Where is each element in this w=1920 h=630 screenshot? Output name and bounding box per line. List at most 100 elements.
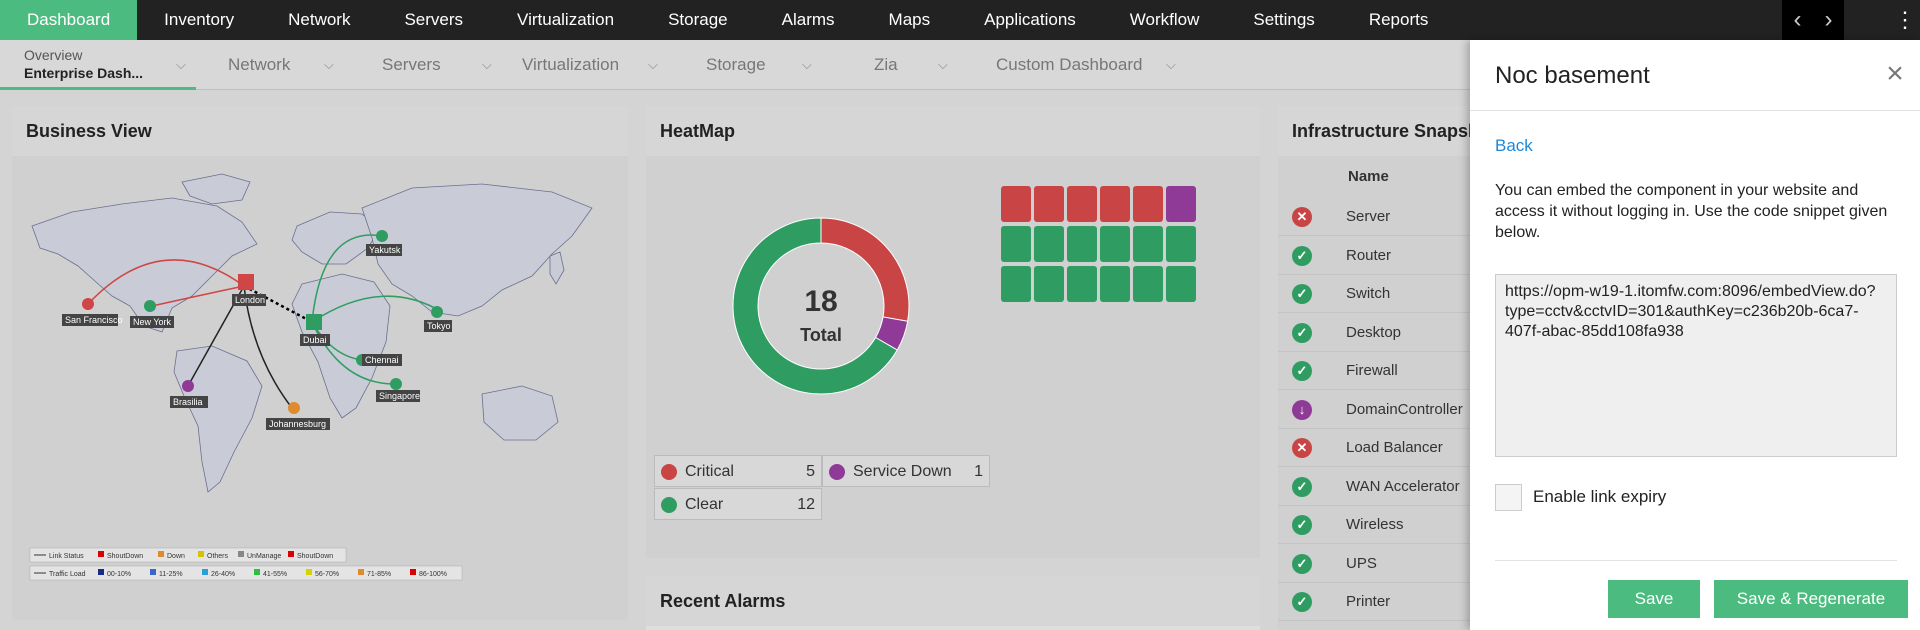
tab-custom-dashboard[interactable]: Custom Dashboard ⌵ xyxy=(996,40,1176,90)
heatmap-cell[interactable] xyxy=(1067,226,1097,262)
tab-virtualization[interactable]: Virtualization ⌵ xyxy=(522,40,658,90)
service-down-dot xyxy=(829,464,845,480)
nav-alarms[interactable]: Alarms xyxy=(755,0,862,40)
city-label: Brasilia xyxy=(173,397,203,407)
save-button[interactable]: Save xyxy=(1608,580,1700,618)
node-new-york xyxy=(144,300,156,312)
table-row[interactable]: ✓ Firewall xyxy=(1278,352,1478,390)
row-name: Desktop xyxy=(1346,323,1402,341)
heatmap-cell[interactable] xyxy=(1100,186,1130,222)
link-expiry-checkbox[interactable] xyxy=(1495,484,1522,511)
nav-applications[interactable]: Applications xyxy=(957,0,1103,40)
table-row[interactable]: ✓ UPS xyxy=(1278,545,1478,583)
legend-clear[interactable]: Clear 12 xyxy=(654,488,822,520)
heatmap-cell[interactable] xyxy=(1034,186,1064,222)
heatmap-cell[interactable] xyxy=(1166,186,1196,222)
chevron-down-icon[interactable]: ⌵ xyxy=(176,40,186,90)
row-name: Firewall xyxy=(1346,362,1398,379)
heatmap-widget: HeatMap 18 Total Critical 5 Service Down… xyxy=(646,106,1260,558)
check-icon: ✓ xyxy=(1292,592,1312,612)
world-map-svg: San Francisco New York London Yakutsk To… xyxy=(29,173,593,581)
chevron-down-icon[interactable]: ⌵ xyxy=(938,40,948,90)
nav-settings[interactable]: Settings xyxy=(1226,0,1341,40)
tab-network[interactable]: Network ⌵ xyxy=(228,40,334,90)
tab-storage[interactable]: Storage ⌵ xyxy=(706,40,812,90)
check-icon: ✓ xyxy=(1292,515,1312,535)
heatmap-cell[interactable] xyxy=(1133,186,1163,222)
donut-total-value: 18 xyxy=(804,285,837,318)
island-japan xyxy=(549,251,565,285)
business-view-widget: Business View San Francisco New York Lon… xyxy=(12,106,628,620)
save-regenerate-button[interactable]: Save & Regenerate xyxy=(1714,580,1908,618)
tab-zia[interactable]: Zia ⌵ xyxy=(874,40,948,90)
chevron-right-icon[interactable]: › xyxy=(1825,0,1833,40)
table-row[interactable]: ✓ Switch xyxy=(1278,275,1478,313)
chevron-down-icon[interactable]: ⌵ xyxy=(1166,40,1176,90)
heatmap-cell[interactable] xyxy=(1100,266,1130,302)
heatmap-svg: 18 Total xyxy=(732,186,1196,395)
table-row[interactable]: ✕ Server xyxy=(1278,198,1478,236)
nav-inventory[interactable]: Inventory xyxy=(137,0,261,40)
tab-servers[interactable]: Servers ⌵ xyxy=(382,40,492,90)
check-icon: ✓ xyxy=(1292,284,1312,304)
node-london xyxy=(238,274,254,290)
heatmap-cell[interactable] xyxy=(1100,226,1130,262)
nav-network[interactable]: Network xyxy=(261,0,377,40)
legend-text: 26-40% xyxy=(211,571,235,578)
close-icon[interactable]: × xyxy=(1880,59,1910,90)
heatmap-cell[interactable] xyxy=(1034,266,1064,302)
table-row[interactable]: ✓ Router xyxy=(1278,237,1478,275)
legend-critical[interactable]: Critical 5 xyxy=(654,455,822,487)
nav-dashboard[interactable]: Dashboard xyxy=(0,0,138,40)
nav-storage[interactable]: Storage xyxy=(641,0,755,40)
nav-maps[interactable]: Maps xyxy=(862,0,958,40)
tab-overview[interactable]: Overview Enterprise Dash... ⌵ xyxy=(0,40,196,90)
heatmap-cell[interactable] xyxy=(1166,226,1196,262)
table-row[interactable]: ✓ Printer xyxy=(1278,583,1478,621)
check-icon: ✓ xyxy=(1292,553,1312,574)
legend-service-down[interactable]: Service Down 1 xyxy=(822,455,990,487)
nav-servers[interactable]: Servers xyxy=(377,0,490,40)
chevron-left-icon[interactable]: ‹ xyxy=(1794,0,1802,40)
tab-overview-dashboard-name: Enterprise Dash... xyxy=(24,65,144,81)
kebab-menu-icon[interactable]: ⋮ xyxy=(1890,0,1920,40)
tab-label: Storage xyxy=(706,55,766,74)
heatmap-body: 18 Total Critical 5 Service Down 1 Clear… xyxy=(646,156,1260,558)
nav-reports[interactable]: Reports xyxy=(1342,0,1456,40)
drawer-title: Noc basement xyxy=(1495,62,1650,89)
heatmap-grid xyxy=(1001,186,1196,302)
back-link[interactable]: Back xyxy=(1495,136,1533,156)
heatmap-cell[interactable] xyxy=(1001,266,1031,302)
nav-workflow[interactable]: Workflow xyxy=(1103,0,1227,40)
heatmap-cell[interactable] xyxy=(1001,186,1031,222)
heatmap-cell[interactable] xyxy=(1067,186,1097,222)
embed-url-field[interactable]: https://opm-w19-1.itomfw.com:8096/embedV… xyxy=(1495,274,1897,457)
chevron-down-icon[interactable]: ⌵ xyxy=(324,40,334,90)
table-row[interactable]: ✓ WAN Accelerator xyxy=(1278,468,1478,506)
heatmap-cell[interactable] xyxy=(1133,266,1163,302)
world-map: San Francisco New York London Yakutsk To… xyxy=(12,156,628,620)
legend-label: Critical xyxy=(685,463,734,480)
chevron-down-icon[interactable]: ⌵ xyxy=(648,40,658,90)
heatmap-cell[interactable] xyxy=(1034,226,1064,262)
chevron-down-icon[interactable]: ⌵ xyxy=(802,40,812,90)
heatmap-cell[interactable] xyxy=(1067,266,1097,302)
table-row[interactable]: ✓ Desktop xyxy=(1278,314,1478,352)
city-label: Singapore xyxy=(379,391,420,401)
chevron-down-icon[interactable]: ⌵ xyxy=(482,40,492,90)
nav-virtualization[interactable]: Virtualization xyxy=(490,0,641,40)
legend-text: ShoutDown xyxy=(297,553,333,560)
heatmap-cell[interactable] xyxy=(1133,226,1163,262)
heatmap-cell[interactable] xyxy=(1001,226,1031,262)
tab-label: Custom Dashboard xyxy=(996,55,1143,74)
row-name: DomainController xyxy=(1346,400,1463,418)
legend-text: UnManage xyxy=(247,553,281,560)
legend-text: Others xyxy=(207,553,229,560)
heatmap-cell[interactable] xyxy=(1166,266,1196,302)
table-row[interactable]: ✕ Load Balancer xyxy=(1278,429,1478,467)
tab-label: Servers xyxy=(382,55,441,74)
legend-text: Traffic Load xyxy=(49,571,86,578)
table-row[interactable]: ↓ DomainController xyxy=(1278,391,1478,429)
table-row[interactable]: ✓ Wireless xyxy=(1278,506,1478,544)
node-yakutsk xyxy=(376,230,388,242)
